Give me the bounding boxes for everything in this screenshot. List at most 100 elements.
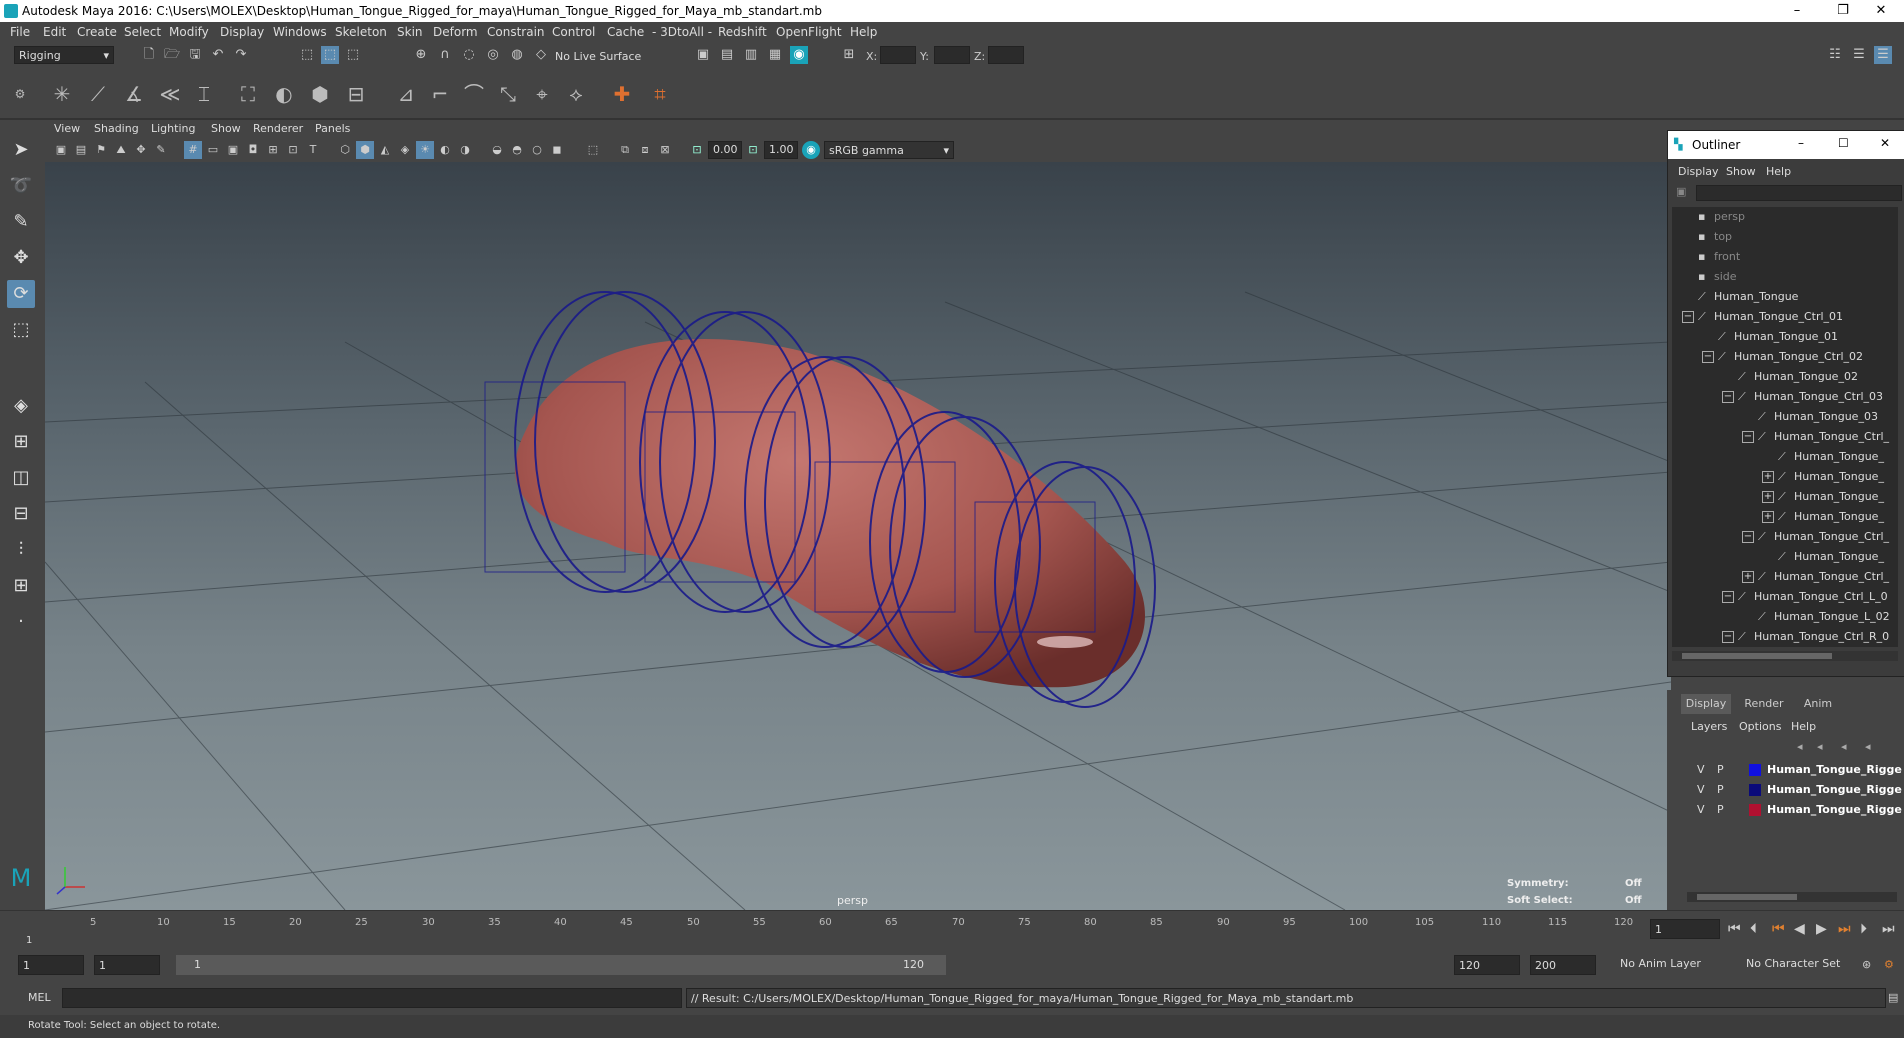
lasso-tool-icon[interactable]: ➰	[7, 172, 35, 200]
go-to-end-icon[interactable]: ⏭	[1882, 921, 1895, 937]
menu-control[interactable]: Control	[552, 25, 595, 39]
character-set-selector[interactable]: No Character Set	[1742, 955, 1854, 975]
redo-icon[interactable]: ↷	[232, 46, 250, 64]
collapse-icon[interactable]: −	[1682, 311, 1694, 323]
isolate-select-icon[interactable]: ◼	[548, 141, 566, 159]
ik-spline-icon[interactable]: ≪	[156, 80, 184, 108]
move-tool-icon[interactable]: ✥	[7, 244, 35, 272]
mirror-weights-icon[interactable]: ⊟	[342, 80, 370, 108]
step-back-icon[interactable]: ⏴	[1750, 921, 1757, 937]
layer-row[interactable]: V P Human_Tongue_Rigge	[1687, 780, 1902, 800]
layer-color-swatch[interactable]	[1749, 804, 1761, 816]
layer-playback-toggle[interactable]: P	[1717, 760, 1724, 780]
menu-display[interactable]: Display	[220, 25, 264, 39]
layer-color-swatch[interactable]	[1749, 764, 1761, 776]
far-clip-field[interactable]: 1.00	[764, 141, 798, 159]
go-to-start-icon[interactable]: ⏮	[1728, 921, 1741, 937]
save-scene-icon[interactable]: 🖫	[186, 46, 204, 64]
snap-surface-icon[interactable]: ◍	[508, 46, 526, 64]
far-clip-icon[interactable]: ⊡	[744, 141, 762, 159]
select-component-icon[interactable]: ⬚	[344, 46, 362, 64]
playback-end-field[interactable]: 120	[1454, 955, 1520, 975]
xray-joints-icon[interactable]: ⧉	[616, 141, 634, 159]
rotate-tool-icon[interactable]: ⟳	[7, 280, 35, 308]
four-view-layout-icon[interactable]: ⊞	[7, 428, 35, 456]
select-hierarchy-icon[interactable]: ⬚	[298, 46, 316, 64]
layer-color-swatch[interactable]	[1749, 784, 1761, 796]
outliner-filter-field[interactable]	[1696, 185, 1902, 201]
play-forwards-icon[interactable]: ▶	[1816, 921, 1827, 937]
pole-vector-icon[interactable]: ⟡	[562, 80, 590, 108]
vp-menu-show[interactable]: Show	[211, 122, 241, 135]
snap-view-icon[interactable]: ◎	[484, 46, 502, 64]
perspective-viewport[interactable]: persp Symmetry: Off Soft Select: Off	[45, 162, 1671, 910]
tongue-mesh[interactable]	[514, 338, 1145, 688]
aim-constraint-icon[interactable]: ⌖	[528, 80, 556, 108]
step-back-key-icon[interactable]: ⏮	[1772, 921, 1785, 937]
auto-key-icon[interactable]: ⊛	[1862, 958, 1871, 971]
persp-graph-layout-icon[interactable]: ⊟	[7, 500, 35, 528]
camera-lock-icon[interactable]: ▤	[72, 141, 90, 159]
film-gate-icon[interactable]: ▭	[204, 141, 222, 159]
layer-menu-options[interactable]: Options	[1739, 720, 1781, 733]
move-layer-up-icon[interactable]: ◂	[1797, 740, 1803, 753]
anim-prefs-icon[interactable]: ⚙	[1884, 958, 1894, 971]
screen-space-ao-icon[interactable]: ◑	[456, 141, 474, 159]
vp-menu-panels[interactable]: Panels	[315, 122, 350, 135]
collapse-icon[interactable]: −	[1722, 391, 1734, 403]
expand-icon[interactable]: +	[1762, 491, 1774, 503]
collapse-icon[interactable]: −	[1722, 631, 1734, 643]
scene-end-field[interactable]: 200	[1530, 955, 1596, 975]
shadows-icon[interactable]: ◐	[436, 141, 454, 159]
vp-menu-shading[interactable]: Shading	[94, 122, 139, 135]
snap-point-icon[interactable]: ◌	[460, 46, 478, 64]
outliner-menu-show[interactable]: Show	[1726, 165, 1756, 178]
z-field[interactable]	[988, 46, 1024, 64]
collapse-icon[interactable]: −	[1742, 531, 1754, 543]
layer-menu-layers[interactable]: Layers	[1691, 720, 1727, 733]
layer-name[interactable]: Human_Tongue_Rigge	[1767, 760, 1902, 780]
scale-tool-icon[interactable]: ⬚	[7, 316, 35, 344]
motion-blur-icon[interactable]: ◒	[488, 141, 506, 159]
new-empty-layer-icon[interactable]: ◂	[1841, 740, 1847, 753]
near-clip-icon[interactable]: ⊡	[688, 141, 706, 159]
image-plane-icon[interactable]: ⛰	[112, 141, 130, 159]
insert-joint-icon[interactable]: ⟋	[84, 80, 112, 108]
menu-edit[interactable]: Edit	[43, 25, 66, 39]
attribute-editor-toggle-icon[interactable]: ☰	[1850, 46, 1868, 64]
gate-mask-icon[interactable]: ◘	[244, 141, 262, 159]
xray-icon[interactable]: ⬚	[584, 141, 602, 159]
range-slider[interactable]: 1 120	[176, 955, 946, 975]
open-scene-icon[interactable]: 🗁	[163, 46, 181, 64]
joint-tool-icon[interactable]: ✳	[48, 80, 76, 108]
backface-culling-icon[interactable]: ⊠	[656, 141, 674, 159]
ik-handle-icon[interactable]: ∡	[120, 80, 148, 108]
playback-start-field[interactable]: 1	[94, 955, 160, 975]
new-layer-selected-icon[interactable]: ◂	[1865, 740, 1871, 753]
x-field[interactable]	[880, 46, 916, 64]
layer-playback-toggle[interactable]: P	[1717, 800, 1724, 820]
menu-openflight[interactable]: OpenFlight	[776, 25, 842, 39]
menu-select[interactable]: Select	[124, 25, 161, 39]
menu-skin[interactable]: Skin	[397, 25, 423, 39]
cluster-icon[interactable]: ⌗	[646, 80, 674, 108]
outliner-menu-display[interactable]: Display	[1678, 165, 1719, 178]
snap-vertex-icon[interactable]: ◇	[532, 46, 550, 64]
bookmark-icon[interactable]: ⚑	[92, 141, 110, 159]
outliner-close-icon[interactable]: ✕	[1880, 136, 1890, 150]
render-view-icon[interactable]: ▣	[694, 46, 712, 64]
smooth-shade-icon[interactable]: ⬢	[356, 141, 374, 159]
layer-name[interactable]: Human_Tongue_Rigge	[1767, 780, 1902, 800]
outliner-hscrollbar[interactable]	[1672, 651, 1898, 661]
menu-file[interactable]: File	[10, 25, 30, 39]
layer-row[interactable]: V P Human_Tongue_Rigge	[1687, 760, 1902, 780]
hypershade-icon[interactable]: ◉	[790, 46, 808, 64]
anti-aliasing-icon[interactable]: ◓	[508, 141, 526, 159]
color-space-selector[interactable]: sRGB gamma ▾	[824, 141, 954, 159]
layer-hscrollbar[interactable]	[1687, 892, 1897, 902]
custom-layout-icon[interactable]: ⊞	[7, 572, 35, 600]
layer-name[interactable]: Human_Tongue_Rigge	[1767, 800, 1902, 820]
expand-icon[interactable]: +	[1762, 511, 1774, 523]
ipr-render-icon[interactable]: ▥	[742, 46, 760, 64]
2d-pan-icon[interactable]: ✥	[132, 141, 150, 159]
